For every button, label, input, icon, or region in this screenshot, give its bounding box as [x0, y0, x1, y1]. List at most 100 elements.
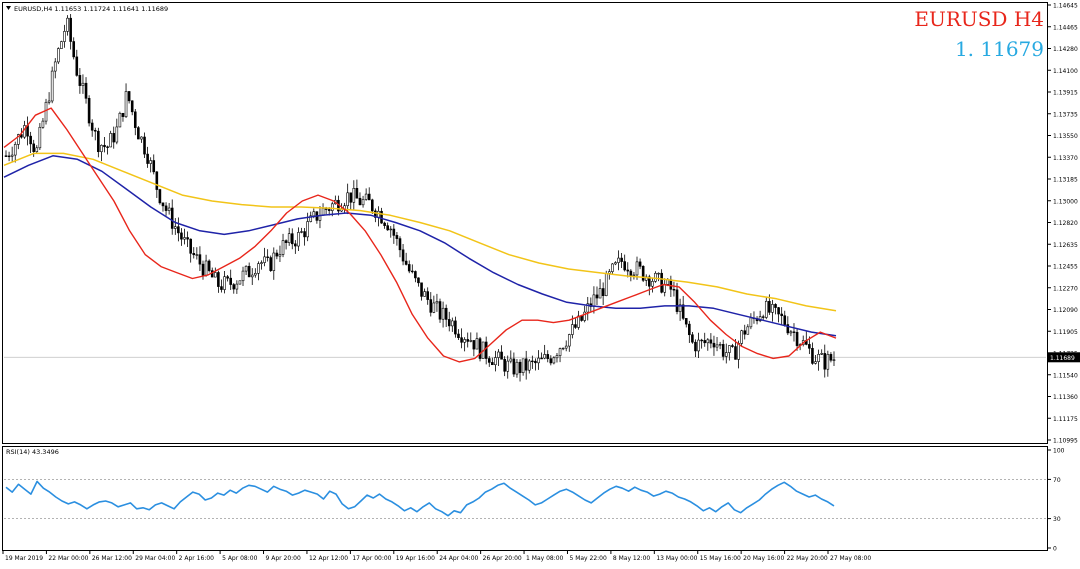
candle-body: [352, 188, 356, 203]
candle-body: [484, 341, 488, 359]
candle-body: [198, 254, 202, 265]
candle-body: [635, 261, 639, 276]
chart-canvas[interactable]: EURUSD,H4 1.11653 1.11724 1.11641 1.1168…: [0, 0, 1080, 565]
candle-body: [420, 282, 423, 297]
time-tick-label: 12 Apr 12:00: [309, 555, 348, 562]
candle-body: [672, 289, 676, 291]
candle-body: [63, 31, 66, 42]
candle-body: [654, 272, 657, 282]
candle-body: [549, 358, 553, 364]
candle-body: [531, 360, 534, 363]
candle-body: [66, 17, 69, 32]
candle-body: [7, 155, 11, 158]
candle-body: [558, 348, 562, 356]
candle-body: [146, 153, 149, 164]
candle-body: [226, 276, 229, 279]
price-tick-label: 1.13000: [1053, 198, 1078, 205]
candle-body: [281, 240, 285, 255]
price-tick-label: 1.11175: [1053, 416, 1078, 423]
price-tick-label: 1.14280: [1053, 46, 1078, 53]
candle-body: [571, 324, 574, 335]
candle-body: [87, 98, 91, 124]
candle-body: [41, 120, 45, 128]
candle-body: [13, 144, 17, 156]
price-tick-label: 1.13370: [1053, 155, 1078, 162]
candle-body: [721, 344, 725, 357]
candle-body: [290, 233, 294, 245]
candle-body: [266, 256, 269, 258]
candle-body: [728, 345, 731, 353]
candle-body: [709, 339, 713, 344]
price-marker: 1.11689: [1047, 352, 1080, 363]
candle-body: [681, 304, 685, 319]
candle-body: [817, 354, 820, 362]
candle-body: [152, 160, 156, 173]
candle-body: [97, 130, 100, 153]
candle-body: [811, 348, 814, 364]
candle-body: [487, 358, 491, 363]
candle-body: [57, 48, 60, 63]
candle-body: [521, 358, 525, 373]
candle-body: [269, 257, 273, 271]
candle-body: [173, 226, 177, 229]
candle-body: [90, 122, 94, 131]
candle-body: [380, 210, 383, 224]
candle-body: [469, 340, 473, 342]
candle-body: [112, 133, 116, 143]
candle-body: [229, 277, 232, 285]
rsi-tick-label: 70: [1053, 477, 1061, 484]
candle-body: [327, 209, 331, 211]
candle-body: [35, 147, 39, 152]
time-tick-label: 22 Mar 00:00: [48, 555, 88, 562]
candle-body: [660, 272, 663, 293]
price-tick-label: 1.14465: [1053, 24, 1078, 31]
candle-body: [143, 136, 146, 155]
rsi-tick-label: 0: [1053, 546, 1057, 553]
candle-body: [220, 286, 223, 290]
price-tick-label: 1.14100: [1053, 68, 1078, 75]
candle-body: [38, 126, 42, 149]
time-tick-label: 19 Mar 2019: [5, 555, 43, 562]
candle-body: [414, 271, 417, 279]
candle-body: [254, 272, 257, 276]
candle-body: [706, 339, 710, 344]
candle-body: [543, 354, 546, 359]
candle-body: [297, 232, 300, 247]
candle-body: [475, 338, 479, 350]
candle-body: [361, 199, 365, 206]
candle-body: [247, 265, 251, 278]
candle-body: [524, 358, 528, 371]
candle-body: [72, 41, 76, 58]
candle-body: [715, 344, 719, 348]
candle-body: [614, 262, 617, 265]
candle-body: [32, 143, 36, 152]
price-marker-text: 1.11689: [1050, 355, 1075, 362]
candle-body: [214, 272, 217, 278]
candle-body: [718, 344, 722, 346]
rsi-tick-label: 30: [1053, 516, 1061, 523]
price-tick-label: 1.13915: [1053, 90, 1078, 97]
candle-body: [768, 300, 771, 313]
candle-body: [638, 261, 642, 267]
candle-body: [118, 112, 122, 128]
rsi-tick-label: 100: [1053, 448, 1065, 455]
candle-body: [121, 112, 125, 117]
candle-body: [761, 316, 765, 318]
price-tick-label: 1.13185: [1053, 177, 1078, 184]
price-tick-label: 1.12090: [1053, 307, 1078, 314]
candle-body: [494, 357, 497, 366]
candle-body: [130, 100, 134, 113]
candle-body: [632, 274, 636, 277]
candle-body: [426, 291, 429, 300]
candle-body: [53, 61, 57, 72]
candle-body: [127, 91, 131, 102]
candle-body: [832, 359, 836, 361]
candle-body: [238, 280, 242, 285]
candle-body: [429, 299, 433, 313]
candle-body: [158, 189, 162, 204]
candle-body: [620, 257, 623, 262]
candle-body: [651, 281, 654, 287]
candle-body: [534, 360, 537, 364]
big-price-label: 1. 11679: [955, 37, 1044, 61]
time-tick-label: 26 Apr 20:00: [483, 555, 522, 562]
